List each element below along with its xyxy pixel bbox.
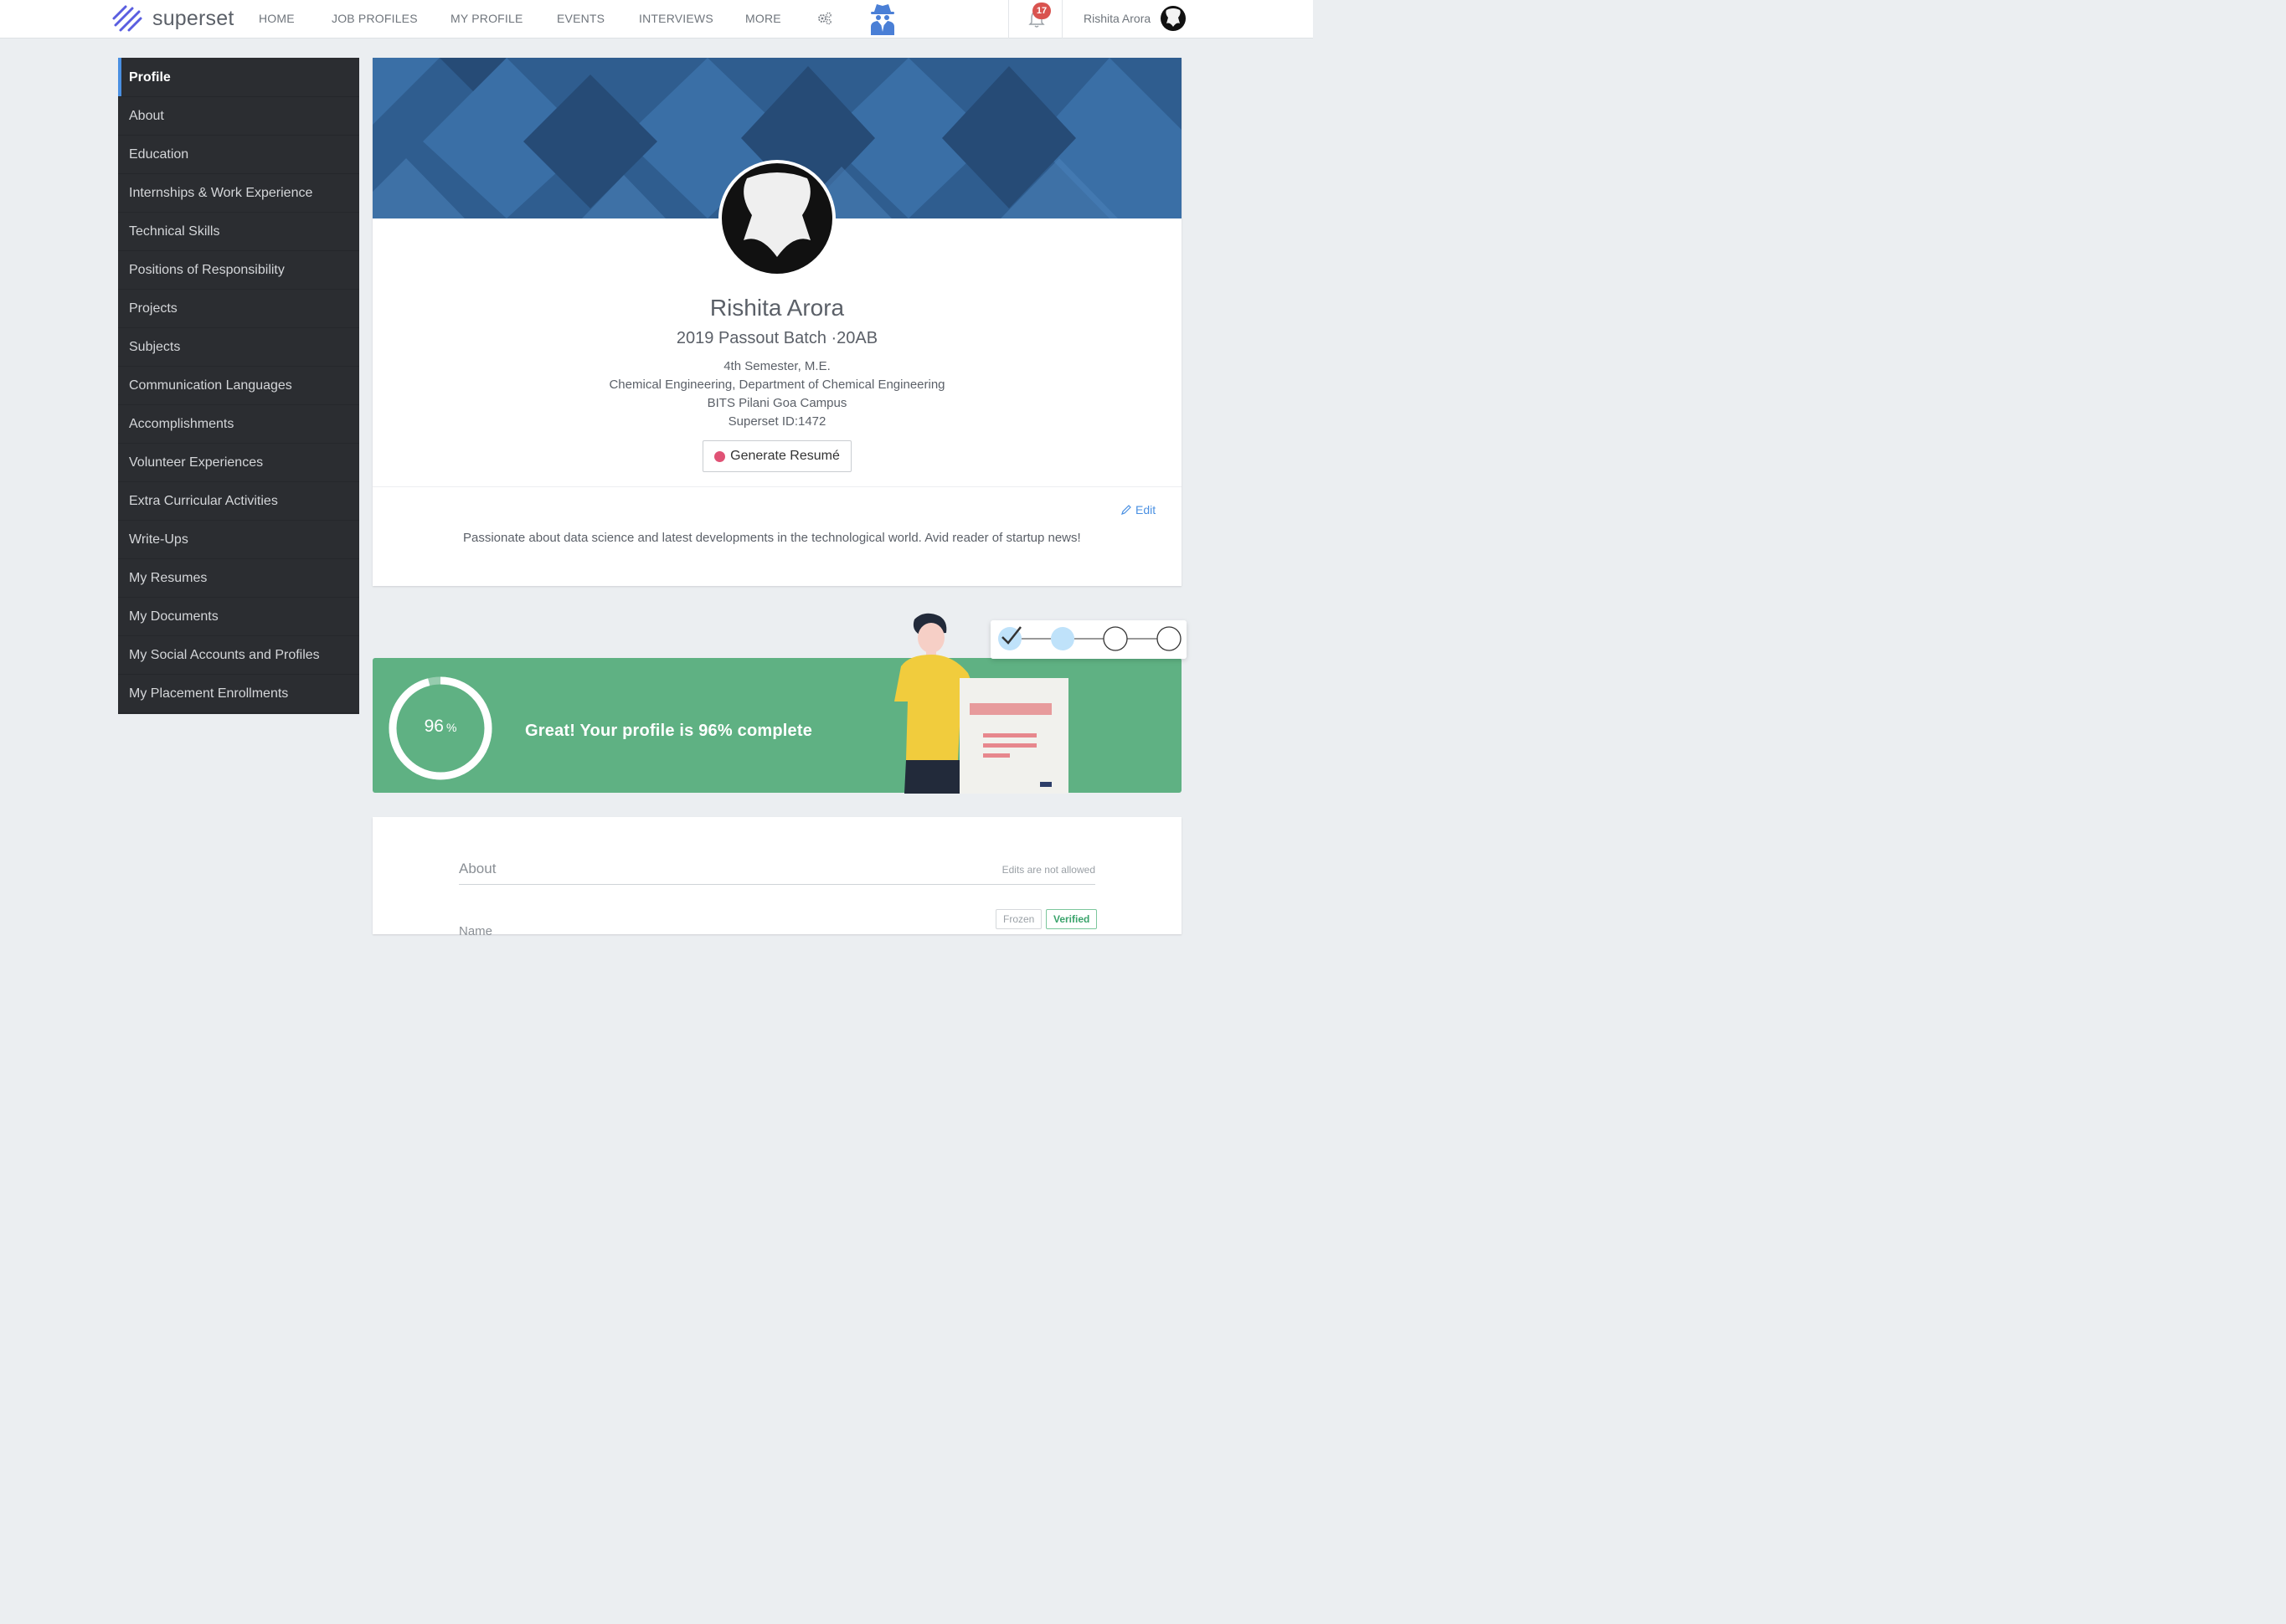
sidebar-item-about[interactable]: About: [118, 97, 359, 136]
sidebar-item-documents[interactable]: My Documents: [118, 598, 359, 636]
completion-message: Great! Your profile is 96% complete: [525, 722, 813, 740]
frozen-badge: Frozen: [996, 909, 1043, 929]
profile-superset-id: Superset ID:1472: [728, 414, 826, 429]
name-field-label: Name: [459, 924, 493, 938]
nav-more[interactable]: MORE: [745, 12, 781, 25]
nav-separator: [1062, 0, 1063, 39]
about-section-title: About: [459, 861, 497, 876]
sidebar-item-extra-curricular[interactable]: Extra Curricular Activities: [118, 482, 359, 521]
completion-percent-text: 96%: [387, 717, 494, 737]
nav-my-profile[interactable]: MY PROFILE: [451, 12, 523, 25]
sidebar-item-write-ups[interactable]: Write-Ups: [118, 521, 359, 559]
profile-name: Rishita Arora: [709, 295, 845, 321]
sidebar-item-languages[interactable]: Communication Languages: [118, 367, 359, 405]
edits-not-allowed-note: Edits are not allowed: [1001, 864, 1095, 876]
superset-logo-icon: [112, 5, 142, 32]
completion-percent-sign: %: [445, 721, 457, 734]
notification-count-badge[interactable]: 17: [1032, 3, 1051, 19]
sidebar-item-accomplishments[interactable]: Accomplishments: [118, 405, 359, 444]
sidebar-item-profile[interactable]: Profile: [118, 58, 359, 97]
nav-home[interactable]: HOME: [259, 12, 295, 25]
profile-campus: BITS Pilani Goa Campus: [707, 396, 847, 410]
about-section-rule: [459, 884, 1095, 885]
sidebar-item-volunteer[interactable]: Volunteer Experiences: [118, 444, 359, 482]
sidebar-item-placement-enrollments[interactable]: My Placement Enrollments: [118, 675, 359, 713]
completion-percent-value: 96: [424, 717, 444, 736]
sidebar-item-internships[interactable]: Internships & Work Experience: [118, 174, 359, 213]
user-avatar-icon[interactable]: [1160, 5, 1187, 32]
profile-department: Chemical Engineering, Department of Chem…: [609, 378, 945, 392]
pencil-icon: [1121, 505, 1131, 515]
sidebar-item-social-accounts[interactable]: My Social Accounts and Profiles: [118, 636, 359, 675]
nav-interviews[interactable]: INTERVIEWS: [639, 12, 713, 25]
edit-bio-link[interactable]: Edit: [1120, 503, 1156, 516]
brand-name: superset: [152, 6, 234, 30]
nav-separator: [1008, 0, 1009, 39]
generate-resume-label: Generate Resumé: [730, 449, 840, 463]
verified-badge: Verified: [1046, 909, 1098, 929]
sidebar-item-positions[interactable]: Positions of Responsibility: [118, 251, 359, 290]
card-divider: [373, 486, 1182, 487]
profile-semester: 4th Semester, M.E.: [723, 359, 831, 373]
profile-steps-tracker: [991, 620, 1187, 659]
user-name[interactable]: Rishita Arora: [1084, 12, 1151, 25]
superset-logo[interactable]: superset: [109, 3, 234, 33]
profile-sidebar: Profile About Education Internships & Wo…: [118, 58, 359, 714]
profile-card: Rishita Arora 2019 Passout Batch ·20AB 4…: [373, 58, 1182, 586]
generate-resume-button[interactable]: Generate Resumé: [703, 440, 852, 472]
sidebar-item-education[interactable]: Education: [118, 136, 359, 174]
profile-batch: 2019 Passout Batch ·20AB: [676, 329, 878, 347]
about-section-card: About Edits are not allowed Frozen Verif…: [373, 817, 1182, 938]
nav-job-profiles[interactable]: JOB PROFILES: [332, 12, 418, 25]
sidebar-item-technical-skills[interactable]: Technical Skills: [118, 213, 359, 251]
profile-bio: Passionate about data science and latest…: [463, 531, 1081, 545]
settings-gears-icon[interactable]: [817, 11, 832, 26]
profile-avatar-icon: [722, 163, 832, 274]
edit-label: Edit: [1135, 503, 1156, 516]
sidebar-item-subjects[interactable]: Subjects: [118, 328, 359, 367]
top-navbar: superset HOME JOB PROFILES MY PROFILE EV…: [0, 0, 1313, 39]
record-dot-icon: [714, 450, 726, 462]
sidebar-item-projects[interactable]: Projects: [118, 290, 359, 328]
incognito-spy-icon[interactable]: [868, 2, 898, 35]
nav-events[interactable]: EVENTS: [557, 12, 605, 25]
sidebar-item-resumes[interactable]: My Resumes: [118, 559, 359, 598]
profile-avatar[interactable]: [718, 160, 836, 277]
